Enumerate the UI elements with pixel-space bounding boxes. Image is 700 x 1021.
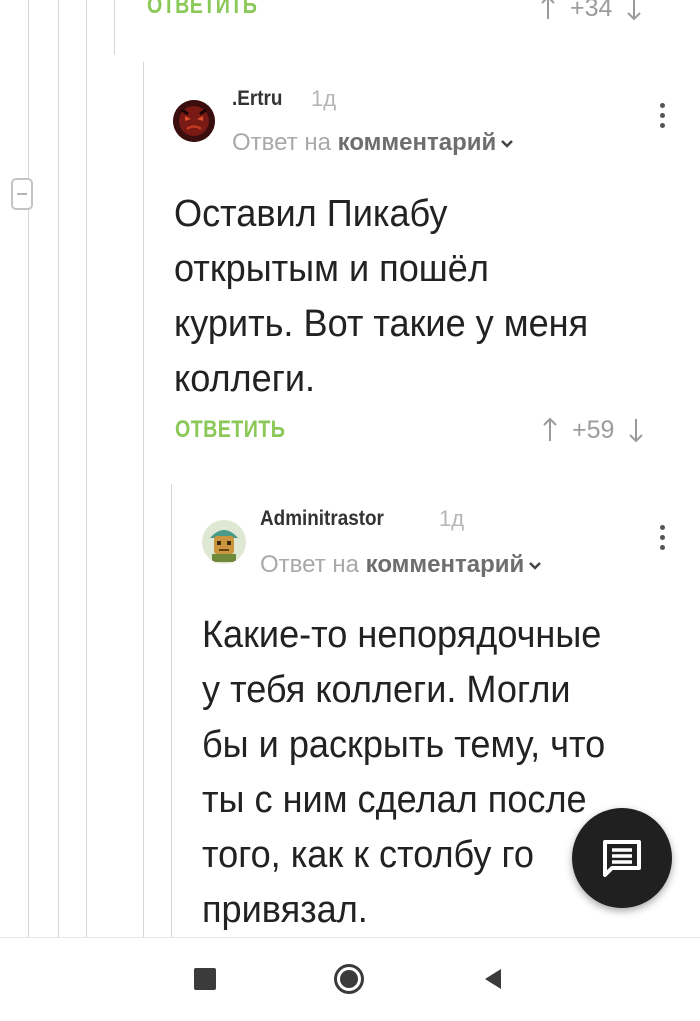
reply-prefix: Ответ на <box>232 129 331 156</box>
more-menu-icon[interactable] <box>658 103 666 133</box>
comment-text: Оставил Пикабу открытым и пошёл курить. … <box>174 187 668 407</box>
comment-line: Оставил Пикабу <box>174 193 448 235</box>
avatar[interactable] <box>173 100 215 142</box>
avatar[interactable] <box>202 520 246 564</box>
comment-line: открытым и пошёл <box>174 248 489 290</box>
comment-fab-button[interactable] <box>572 808 672 908</box>
collapse-thread-button[interactable] <box>11 178 33 210</box>
comments-screen: ОТВЕТИТЬ +34 .Ertru 1д Ответ на коммента… <box>0 0 700 1021</box>
circle-icon[interactable] <box>333 963 365 995</box>
username[interactable]: .Ertru <box>232 88 282 109</box>
thread-line <box>86 0 87 937</box>
reply-button[interactable]: ОТВЕТИТЬ <box>147 0 257 18</box>
reply-target: комментарий <box>337 129 497 156</box>
score: +59 <box>572 415 615 444</box>
vote-group: +59 <box>542 417 644 443</box>
thread-line <box>143 62 144 937</box>
comment-age: 1д <box>311 86 337 111</box>
thread-line <box>114 0 115 55</box>
message-icon <box>603 840 641 877</box>
comment-line: у тебя коллеги. Могли <box>202 669 571 711</box>
comment-line: курить. Вот такие у меня <box>174 303 589 345</box>
system-nav-bar <box>0 937 700 1021</box>
arrow-down-icon[interactable] <box>628 417 644 443</box>
arrow-up-icon[interactable] <box>542 417 558 443</box>
vote-group: +34 <box>540 0 642 21</box>
reply-to-link[interactable]: Ответ на комментарий <box>232 131 514 155</box>
chevron-down-icon <box>529 561 542 570</box>
comment-line: бы и раскрыть тему, что <box>202 724 606 766</box>
thread-line <box>28 0 29 937</box>
thread-line <box>171 484 172 937</box>
reply-target: комментарий <box>365 551 525 578</box>
username[interactable]: Adminitrastor <box>260 508 384 529</box>
reply-prefix: Ответ на <box>260 551 359 578</box>
chevron-down-icon <box>501 139 514 148</box>
score: +34 <box>570 0 613 22</box>
reply-to-link[interactable]: Ответ на комментарий <box>260 553 542 577</box>
square-icon[interactable] <box>194 968 216 990</box>
arrow-down-icon[interactable] <box>626 0 642 21</box>
arrow-up-icon[interactable] <box>540 0 556 21</box>
thread-line <box>58 0 59 937</box>
comment-line: Какие-то непорядочные <box>202 614 602 656</box>
comment-age: 1д <box>439 506 465 531</box>
triangle-back-icon[interactable] <box>483 967 503 991</box>
comment-line: коллеги. <box>174 358 316 400</box>
more-menu-icon[interactable] <box>658 525 666 555</box>
reply-button[interactable]: ОТВЕТИТЬ <box>175 418 285 442</box>
